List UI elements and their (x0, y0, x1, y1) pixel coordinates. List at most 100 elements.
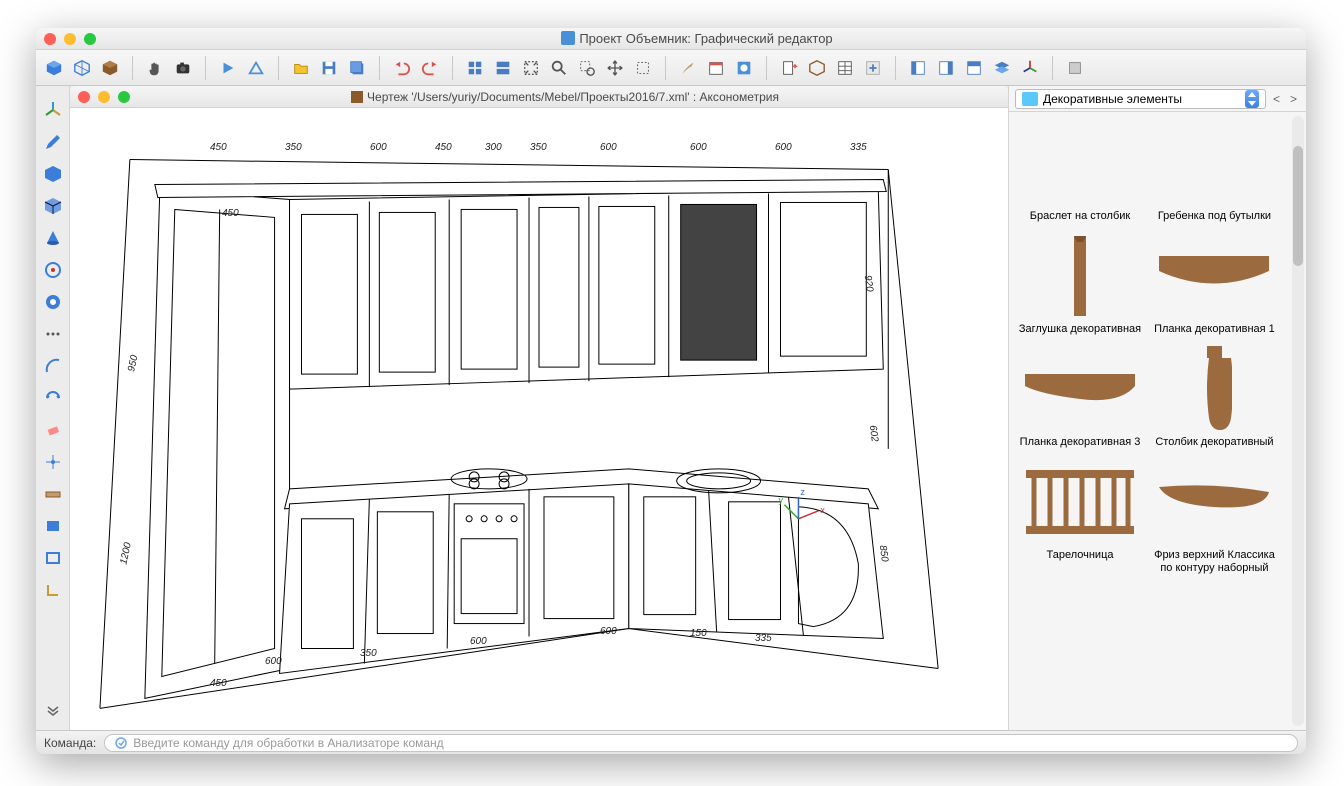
camera-icon[interactable] (171, 56, 195, 80)
inner-titlebar: Чертеж '/Users/yuriy/Documents/Mebel/Про… (70, 86, 1008, 108)
fit-icon[interactable] (519, 56, 543, 80)
maximize-button[interactable] (84, 33, 96, 45)
dots-icon[interactable] (41, 322, 65, 346)
save-icon[interactable] (317, 56, 341, 80)
redo-icon[interactable] (418, 56, 442, 80)
zoom-region-icon[interactable] (575, 56, 599, 80)
triangle-icon[interactable] (244, 56, 268, 80)
dim-top-8: 600 (775, 142, 792, 153)
dim-top-2: 600 (370, 142, 387, 153)
cube-blue-icon[interactable] (42, 56, 66, 80)
eraser-icon[interactable] (41, 418, 65, 442)
cube-outline-icon[interactable] (70, 56, 94, 80)
cube-wireframe-icon[interactable] (41, 194, 65, 218)
cube-brown-icon[interactable] (98, 56, 122, 80)
library-item-label: Столбик декоративный (1149, 436, 1279, 449)
main-toolbar (36, 50, 1306, 86)
content-area: Чертеж '/Users/yuriy/Documents/Mebel/Про… (36, 86, 1306, 730)
minimize-button[interactable] (64, 33, 76, 45)
rect-outline-icon[interactable] (41, 546, 65, 570)
dim-bot-6: 335 (755, 633, 772, 644)
library-item-label: Фриз верхний Классика по контуру наборны… (1149, 549, 1279, 575)
titlebar: Проект Объемник: Графический редактор (36, 28, 1306, 50)
axes-icon[interactable] (1018, 56, 1042, 80)
dim-right-2: 850 (877, 544, 890, 562)
arc-1-icon[interactable] (41, 354, 65, 378)
inner-minimize-button[interactable] (98, 91, 110, 103)
dim-right-1: 602 (867, 424, 880, 442)
select-icon[interactable] (631, 56, 655, 80)
command-placeholder: Введите команду для обработки в Анализат… (133, 736, 443, 750)
app-icon-tb[interactable] (732, 56, 756, 80)
chevron-down-icon[interactable] (41, 698, 65, 722)
grid-4-icon[interactable] (463, 56, 487, 80)
dim-top-6: 600 (600, 142, 617, 153)
calendar-icon[interactable] (704, 56, 728, 80)
command-label: Команда: (44, 736, 96, 750)
inner-close-button[interactable] (78, 91, 90, 103)
library-item[interactable]: Гребенка под бутылки (1149, 118, 1279, 223)
library-category-select[interactable]: Декоративные элементы (1015, 89, 1266, 109)
corner-icon[interactable] (41, 578, 65, 602)
scrollbar-thumb[interactable] (1293, 146, 1303, 266)
library-item[interactable]: Тарелочница (1015, 457, 1145, 562)
pencil-icon[interactable] (41, 130, 65, 154)
export-icon[interactable] (777, 56, 801, 80)
ruler-icon[interactable] (41, 482, 65, 506)
library-body[interactable]: Браслет на столбик Гребенка под бутылки … (1009, 112, 1306, 730)
plus-icon[interactable] (861, 56, 885, 80)
save-as-icon[interactable] (345, 56, 369, 80)
play-icon[interactable] (216, 56, 240, 80)
panel-top-icon[interactable] (962, 56, 986, 80)
layers-icon[interactable] (990, 56, 1014, 80)
dim-top-5: 350 (530, 142, 547, 153)
point-icon[interactable] (41, 450, 65, 474)
panel-left-icon[interactable] (906, 56, 930, 80)
move-icon[interactable] (603, 56, 627, 80)
library-prev[interactable]: < (1270, 92, 1283, 106)
svg-text:x: x (820, 505, 825, 515)
dim-bot-0: 600 (265, 656, 282, 667)
library-item[interactable]: Столбик декоративный (1149, 344, 1279, 449)
dim-bot-4: 600 (600, 626, 617, 637)
library-item[interactable]: Фриз верхний Классика по контуру наборны… (1149, 457, 1279, 575)
library-scrollbar[interactable] (1292, 116, 1304, 726)
left-toolbar (36, 86, 70, 730)
library-item-label: Браслет на столбик (1015, 210, 1145, 223)
app-icon (561, 31, 575, 45)
grid-2-icon[interactable] (491, 56, 515, 80)
library-item[interactable]: Браслет на столбик (1015, 118, 1145, 223)
command-input[interactable]: Введите команду для обработки в Анализат… (104, 734, 1298, 752)
circle-dot-icon[interactable] (41, 290, 65, 314)
compass-icon[interactable] (41, 258, 65, 282)
close-button[interactable] (44, 33, 56, 45)
settings-icon[interactable] (1063, 56, 1087, 80)
kitchen-sketch: x y z (70, 108, 1008, 730)
arc-2-icon[interactable] (41, 386, 65, 410)
library-next[interactable]: > (1287, 92, 1300, 106)
undo-icon[interactable] (390, 56, 414, 80)
drawing-canvas[interactable]: x y z 450 350 600 450 300 350 600 600 60… (70, 108, 1008, 730)
cube-solid-icon[interactable] (41, 162, 65, 186)
cube-wire-icon[interactable] (805, 56, 829, 80)
panel-right-icon[interactable] (934, 56, 958, 80)
doc-icon (351, 91, 363, 103)
inner-window-title: Чертеж '/Users/yuriy/Documents/Mebel/Про… (130, 90, 1000, 104)
rectangle-icon[interactable] (41, 514, 65, 538)
inner-maximize-button[interactable] (118, 91, 130, 103)
svg-text:y: y (778, 495, 783, 505)
zoom-icon[interactable] (547, 56, 571, 80)
statusbar: Команда: Введите команду для обработки в… (36, 730, 1306, 754)
svg-text:z: z (800, 487, 805, 497)
library-item-label: Тарелочница (1015, 549, 1145, 562)
axis-3d-icon[interactable] (41, 98, 65, 122)
library-item-label: Планка декоративная 3 (1015, 436, 1145, 449)
table-icon[interactable] (833, 56, 857, 80)
library-item[interactable]: Планка декоративная 3 (1015, 344, 1145, 449)
brush-icon[interactable] (676, 56, 700, 80)
library-item[interactable]: Планка декоративная 1 (1149, 231, 1279, 336)
open-icon[interactable] (289, 56, 313, 80)
hand-icon[interactable] (143, 56, 167, 80)
cone-icon[interactable] (41, 226, 65, 250)
library-item[interactable]: Заглушка декоративная (1015, 231, 1145, 336)
